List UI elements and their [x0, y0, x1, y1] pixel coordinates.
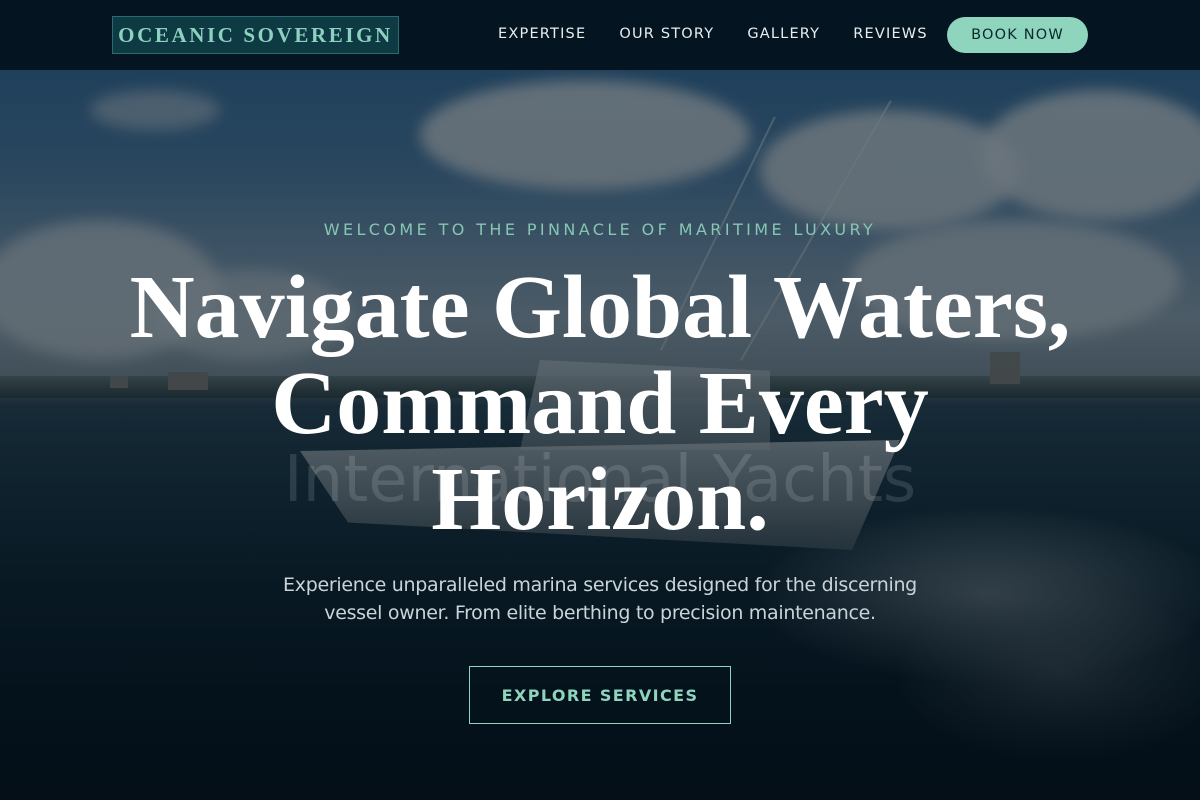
headline-line-1: Navigate Global Waters,	[129, 258, 1071, 357]
hero-headline: Navigate Global Waters, Command Every Ho…	[100, 260, 1100, 548]
primary-nav: EXPERTISE OUR STORY GALLERY REVIEWS	[498, 26, 961, 42]
hero-subtext: Experience unparalleled marina services …	[283, 574, 917, 624]
headline-line-3: Horizon.	[431, 450, 769, 549]
headline-line-2: Command Every	[271, 354, 929, 453]
brand-logo[interactable]: OCEANIC SOVEREIGN	[112, 16, 399, 54]
explore-services-button[interactable]: EXPLORE SERVICES	[469, 666, 731, 724]
nav-link-expertise[interactable]: EXPERTISE	[498, 26, 586, 42]
top-navbar: OCEANIC SOVEREIGN EXPERTISE OUR STORY GA…	[0, 0, 1200, 70]
nav-link-our-story[interactable]: OUR STORY	[619, 26, 714, 42]
hero-kicker: WELCOME TO THE PINNACLE OF MARITIME LUXU…	[323, 220, 877, 239]
book-now-button[interactable]: BOOK NOW	[947, 17, 1088, 53]
nav-link-reviews[interactable]: REVIEWS	[853, 26, 928, 42]
nav-link-gallery[interactable]: GALLERY	[747, 26, 820, 42]
